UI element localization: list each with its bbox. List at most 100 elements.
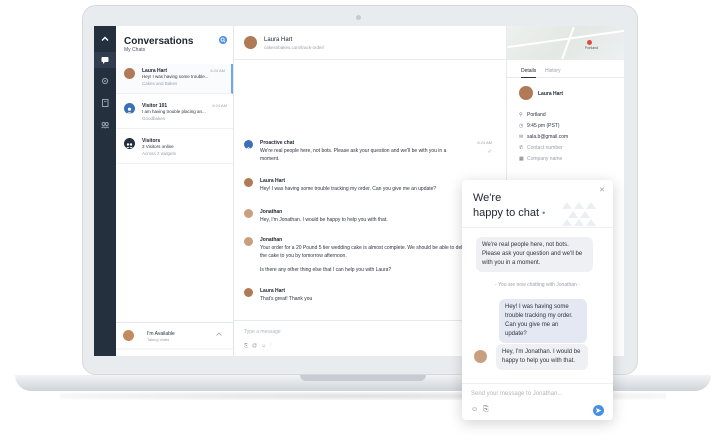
agent-message: Hey, I'm Jonathan. I would be happy to h… [496, 344, 588, 370]
gear-icon[interactable] [100, 76, 110, 86]
widget-header: We're happy to chat • ✕ [462, 180, 613, 228]
tab-details[interactable]: Details [521, 68, 537, 78]
availability-status[interactable]: I'm Available Taking chats [116, 322, 233, 348]
phone-icon: ✆ [519, 145, 524, 151]
conversation-preview: 3 Visitors online [142, 144, 174, 149]
status-subtitle: Taking chats [147, 337, 170, 342]
visitors-icon [124, 138, 135, 149]
conversations-title: Conversations [124, 36, 194, 47]
contact-location: ⚲ Portland [519, 112, 546, 118]
decor-triangle [586, 202, 596, 209]
conversation-item[interactable]: Laura Hart Hey! I was having some troubl… [116, 64, 233, 94]
widget-composer[interactable]: Send your message to Jonathan... ☺⎘ [462, 383, 613, 420]
contact-time: ◷ 9:45 pm (PST) [519, 123, 560, 129]
chat-header: Laura Hart cakesnbakes.com/track-order/ [234, 26, 506, 60]
location-icon: ⚲ [519, 112, 523, 118]
map-label: Portland [585, 46, 599, 50]
avatar [474, 350, 487, 363]
conversation-preview: Hey! I was having some trouble... [142, 74, 209, 79]
avatar [244, 288, 253, 297]
avatar [519, 86, 533, 100]
message-author: Proactive chat [260, 140, 295, 146]
message-author: Laura Hart [260, 178, 286, 184]
chat-contact-name: Laura Hart [264, 37, 293, 43]
details-tabs: Details History [507, 64, 624, 78]
conversation-time: 6:24 AM [210, 68, 225, 73]
avatar [244, 237, 253, 246]
emoji-icon[interactable]: ☺ [471, 406, 483, 413]
at-icon[interactable]: @ [252, 343, 261, 349]
conversation-item[interactable]: Visitors 3 Visitors online Across 2 widg… [116, 134, 233, 164]
send-button[interactable] [593, 405, 604, 416]
chevron-up-icon[interactable] [215, 331, 223, 339]
decor-triangle [562, 202, 572, 209]
visitor-message: Hey! I was having some trouble tracking … [499, 299, 587, 343]
decor-triangle [574, 219, 584, 226]
map-road [561, 26, 575, 60]
tab-history[interactable]: History [545, 68, 561, 74]
contact-email-value: sala.b@gmail.com [527, 134, 569, 140]
conversation-time: 6:24 AM [212, 103, 227, 108]
more-icon[interactable]: ⋮ [270, 343, 275, 349]
widget-title-text: happy to chat [473, 207, 540, 219]
conversation-site: Goodbakes [142, 116, 166, 121]
message-text: That's great! Thank you [260, 296, 313, 302]
widget-title-line1: We're [473, 192, 502, 204]
close-icon[interactable]: ✕ [599, 186, 605, 194]
avatar [124, 68, 135, 79]
decor-triangle [574, 202, 584, 209]
attachment-icon[interactable]: ⎘ [483, 406, 494, 413]
chat-contact-url[interactable]: cakesnbakes.com/track-order/ [264, 45, 324, 50]
clock-icon: ◷ [519, 123, 524, 129]
chevron-up-icon[interactable] [100, 34, 110, 44]
message-time: 6:24 AM [477, 140, 492, 145]
conversation-site: Cakes and Bakes [142, 81, 178, 86]
contact-name: Laura Hart [538, 91, 564, 97]
location-map[interactable]: Portland [507, 26, 624, 60]
message-author: Jonathan [260, 209, 283, 215]
contact-email: ✉ sala.b@gmail.com [519, 134, 568, 140]
building-icon: ▦ [519, 156, 524, 162]
contact-phone-value: Contact number [527, 145, 563, 151]
attachment-icon[interactable]: ⎘ [244, 343, 252, 349]
avatar [244, 36, 257, 49]
widget-tools: ☺⎘ [471, 406, 494, 414]
chat-widget: We're happy to chat • ✕ We're real peopl… [462, 180, 613, 420]
users-icon[interactable] [100, 120, 110, 130]
decor-triangle [568, 211, 578, 218]
search-icon[interactable] [219, 36, 227, 44]
conversations-panel: Conversations My Chats Laura Hart Hey! I… [116, 26, 234, 356]
conversation-item[interactable]: Visitor 101 I am having trouble placing … [116, 99, 233, 129]
conversation-site: Across 2 widgets [142, 151, 177, 156]
message-author: Jonathan [260, 237, 283, 243]
left-rail [94, 26, 116, 356]
message-text: Hey, I'm Jonathan. I would be happy to h… [260, 217, 388, 223]
contact-time-value: 9:45 pm (PST) [527, 123, 560, 129]
contact-phone[interactable]: ✆ Contact number [519, 145, 563, 151]
message-author: Laura Hart [260, 288, 286, 294]
user-icon [124, 103, 135, 114]
contact-company[interactable]: ▦ Company name [519, 156, 562, 162]
contact-company-value: Company name [527, 156, 563, 162]
avatar [244, 209, 253, 218]
decor-triangle [562, 219, 572, 226]
laptop-notch [300, 375, 426, 381]
check-icon: ✓ [487, 149, 492, 155]
operator-message: We're real people here, not bots. Please… [476, 237, 593, 272]
message-text: Your order for a 20 Pound 5 tier wedding… [260, 245, 471, 259]
contact-location-value: Portland [527, 112, 546, 118]
book-icon[interactable] [100, 98, 110, 108]
conversation-preview: I am having trouble placing an... [142, 109, 206, 114]
widget-title-line2: happy to chat • [473, 207, 545, 219]
widget-message-input[interactable]: Send your message to Jonathan... [471, 391, 562, 397]
message-text: Hey! I was having some trouble tracking … [260, 186, 437, 192]
message-text: Is there any other thing else that I can… [260, 267, 392, 273]
conversations-subtitle[interactable]: My Chats [124, 47, 145, 53]
proactive-chat-icon [244, 140, 253, 150]
avatar [123, 330, 134, 341]
message-input[interactable]: Type a message [244, 329, 281, 335]
emoji-icon[interactable]: ☺ [261, 343, 270, 349]
decor-triangle [586, 219, 596, 226]
chat-icon[interactable] [100, 55, 110, 65]
laptop-camera [356, 15, 361, 20]
